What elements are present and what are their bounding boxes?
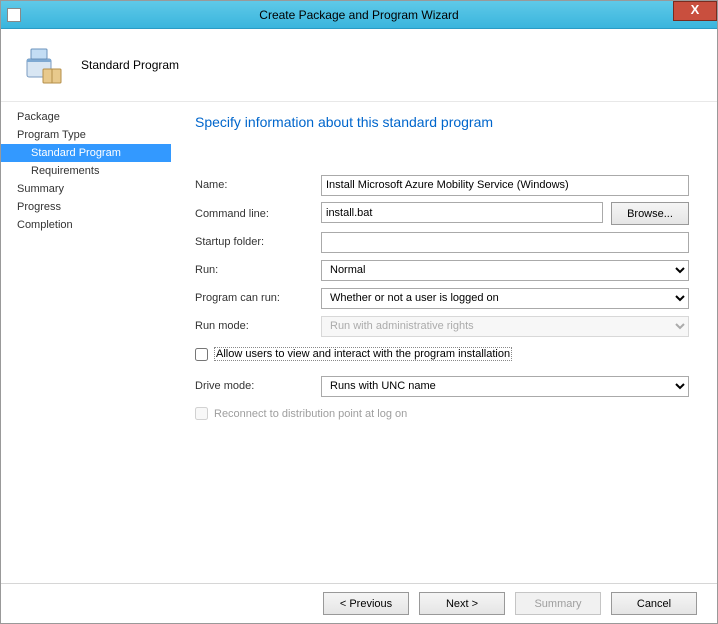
- header-title: Standard Program: [81, 58, 179, 72]
- window-title: Create Package and Program Wizard: [259, 8, 458, 22]
- startup-folder-input[interactable]: [321, 232, 689, 253]
- next-button[interactable]: Next >: [419, 592, 505, 615]
- command-line-input[interactable]: [321, 202, 603, 223]
- reconnect-checkbox: [195, 407, 208, 420]
- label-drive-mode: Drive mode:: [195, 380, 321, 392]
- package-icon: [21, 43, 65, 87]
- run-select[interactable]: Normal: [321, 260, 689, 281]
- program-can-run-select[interactable]: Whether or not a user is logged on: [321, 288, 689, 309]
- sidebar-item-program-type[interactable]: Program Type: [1, 126, 171, 144]
- app-icon: [7, 8, 21, 22]
- cancel-button[interactable]: Cancel: [611, 592, 697, 615]
- browse-button[interactable]: Browse...: [611, 202, 689, 225]
- label-program-can-run: Program can run:: [195, 292, 321, 304]
- footer: < Previous Next > Summary Cancel: [1, 583, 717, 623]
- allow-users-label: Allow users to view and interact with th…: [214, 347, 512, 361]
- reconnect-label: Reconnect to distribution point at log o…: [214, 408, 407, 420]
- label-command-line: Command line:: [195, 208, 321, 220]
- sidebar: Package Program Type Standard Program Re…: [1, 102, 171, 597]
- label-run-mode: Run mode:: [195, 320, 321, 332]
- sidebar-item-requirements[interactable]: Requirements: [1, 162, 171, 180]
- page-heading: Specify information about this standard …: [195, 114, 689, 130]
- label-name: Name:: [195, 179, 321, 191]
- allow-users-checkbox[interactable]: [195, 348, 208, 361]
- reconnect-row: Reconnect to distribution point at log o…: [195, 407, 689, 420]
- run-mode-select: Run with administrative rights: [321, 316, 689, 337]
- label-startup-folder: Startup folder:: [195, 236, 321, 248]
- summary-button: Summary: [515, 592, 601, 615]
- wizard-header: Standard Program: [1, 29, 717, 102]
- previous-button[interactable]: < Previous: [323, 592, 409, 615]
- sidebar-item-summary[interactable]: Summary: [1, 180, 171, 198]
- main-panel: Specify information about this standard …: [171, 102, 717, 597]
- label-run: Run:: [195, 264, 321, 276]
- drive-mode-select[interactable]: Runs with UNC name: [321, 376, 689, 397]
- allow-users-row: Allow users to view and interact with th…: [195, 347, 689, 361]
- sidebar-item-completion[interactable]: Completion: [1, 216, 171, 234]
- sidebar-item-standard-program[interactable]: Standard Program: [1, 144, 171, 162]
- sidebar-item-package[interactable]: Package: [1, 108, 171, 126]
- sidebar-item-progress[interactable]: Progress: [1, 198, 171, 216]
- close-button[interactable]: X: [673, 1, 717, 21]
- titlebar: Create Package and Program Wizard X: [1, 1, 717, 29]
- name-input[interactable]: [321, 175, 689, 196]
- body: Package Program Type Standard Program Re…: [1, 102, 717, 597]
